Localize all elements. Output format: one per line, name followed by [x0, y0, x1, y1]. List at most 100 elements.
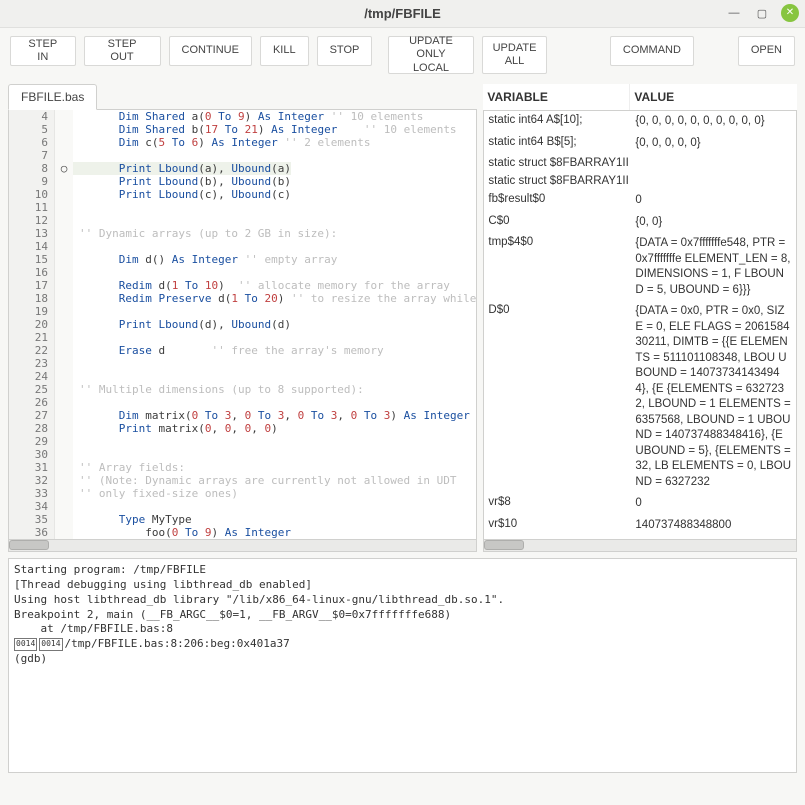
- code-line[interactable]: 32'' (Note: Dynamic arrays are currently…: [9, 474, 476, 487]
- code-line[interactable]: 5 Dim Shared b(17 To 21) As Integer '' 1…: [9, 123, 476, 136]
- breakpoint-gutter[interactable]: [55, 123, 73, 136]
- code-line[interactable]: 23: [9, 357, 476, 370]
- kill-button[interactable]: KILL: [260, 36, 309, 66]
- minimize-icon[interactable]: —: [725, 4, 743, 22]
- code-line[interactable]: 6 Dim c(5 To 6) As Integer '' 2 elements: [9, 136, 476, 149]
- breakpoint-gutter[interactable]: [55, 513, 73, 526]
- vars-h-scrollbar[interactable]: [483, 540, 797, 552]
- code-text[interactable]: '' Array fields:: [73, 461, 185, 474]
- code-text[interactable]: Dim Shared a(0 To 9) As Integer '' 10 el…: [73, 110, 423, 123]
- breakpoint-gutter[interactable]: [55, 487, 73, 500]
- breakpoint-gutter[interactable]: [55, 409, 73, 422]
- code-line[interactable]: 30: [9, 448, 476, 461]
- breakpoint-gutter[interactable]: [55, 370, 73, 383]
- code-line[interactable]: 9 Print Lbound(b), Ubound(b): [9, 175, 476, 188]
- command-button[interactable]: COMMAND: [610, 36, 694, 66]
- code-line[interactable]: 19: [9, 305, 476, 318]
- stop-button[interactable]: STOP: [317, 36, 373, 66]
- breakpoint-gutter[interactable]: [55, 292, 73, 305]
- breakpoint-gutter[interactable]: [55, 474, 73, 487]
- code-line[interactable]: 20 Print Lbound(d), Ubound(d): [9, 318, 476, 331]
- code-line[interactable]: 28 Print matrix(0, 0, 0, 0): [9, 422, 476, 435]
- variable-row[interactable]: tmp$4$0{DATA = 0x7fffffffe548, PTR = 0x7…: [484, 233, 796, 301]
- variable-row[interactable]: vr$80: [484, 493, 796, 515]
- variable-row[interactable]: vr$10140737488348800: [484, 515, 796, 537]
- breakpoint-gutter[interactable]: [55, 214, 73, 227]
- code-line[interactable]: 34: [9, 500, 476, 513]
- code-text[interactable]: [73, 370, 79, 383]
- code-line[interactable]: 22 Erase d '' free the array's memory: [9, 344, 476, 357]
- code-text[interactable]: [73, 214, 79, 227]
- code-text[interactable]: [73, 266, 79, 279]
- variable-row[interactable]: static struct $8FBARRAY1II: [484, 172, 796, 190]
- code-line[interactable]: 8○ Print Lbound(a), Ubound(a): [9, 162, 476, 175]
- code-line[interactable]: 36 foo(0 To 9) As Integer: [9, 526, 476, 539]
- code-text[interactable]: Dim Shared b(17 To 21) As Integer '' 10 …: [73, 123, 457, 136]
- code-text[interactable]: [73, 201, 79, 214]
- breakpoint-gutter[interactable]: [55, 305, 73, 318]
- variable-row[interactable]: static int64 A$[10];{0, 0, 0, 0, 0, 0, 0…: [484, 111, 796, 133]
- breakpoint-gutter[interactable]: [55, 357, 73, 370]
- breakpoint-gutter[interactable]: [55, 383, 73, 396]
- breakpoint-gutter[interactable]: [55, 331, 73, 344]
- code-line[interactable]: 17 Redim d(1 To 10) '' allocate memory f…: [9, 279, 476, 292]
- code-h-scrollbar[interactable]: [8, 540, 477, 552]
- code-line[interactable]: 35 Type MyType: [9, 513, 476, 526]
- code-text[interactable]: Redim d(1 To 10) '' allocate memory for …: [73, 279, 450, 292]
- breakpoint-gutter[interactable]: [55, 175, 73, 188]
- code-text[interactable]: [73, 448, 79, 461]
- code-line[interactable]: 4 Dim Shared a(0 To 9) As Integer '' 10 …: [9, 110, 476, 123]
- breakpoint-gutter[interactable]: [55, 526, 73, 539]
- breakpoint-gutter[interactable]: [55, 279, 73, 292]
- code-text[interactable]: [73, 396, 79, 409]
- code-line[interactable]: 12: [9, 214, 476, 227]
- update-only-local-button[interactable]: UPDATE ONLY LOCAL: [388, 36, 473, 74]
- code-line[interactable]: 27 Dim matrix(0 To 3, 0 To 3, 0 To 3, 0 …: [9, 409, 476, 422]
- breakpoint-gutter[interactable]: [55, 253, 73, 266]
- breakpoint-gutter[interactable]: [55, 149, 73, 162]
- breakpoint-gutter[interactable]: [55, 227, 73, 240]
- continue-button[interactable]: CONTINUE: [169, 36, 252, 66]
- code-text[interactable]: Print matrix(0, 0, 0, 0): [73, 422, 278, 435]
- code-line[interactable]: 7: [9, 149, 476, 162]
- variable-row[interactable]: C$0{0, 0}: [484, 212, 796, 234]
- code-text[interactable]: Redim Preserve d(1 To 20) '' to resize t…: [73, 292, 476, 305]
- tab-file[interactable]: FBFILE.bas: [8, 84, 97, 110]
- code-text[interactable]: Erase d '' free the array's memory: [73, 344, 384, 357]
- breakpoint-gutter[interactable]: [55, 188, 73, 201]
- code-line[interactable]: 18 Redim Preserve d(1 To 20) '' to resiz…: [9, 292, 476, 305]
- code-text[interactable]: Dim c(5 To 6) As Integer '' 2 elements: [73, 136, 370, 149]
- breakpoint-gutter[interactable]: [55, 201, 73, 214]
- breakpoint-gutter[interactable]: ○: [55, 162, 73, 175]
- code-line[interactable]: 24: [9, 370, 476, 383]
- maximize-icon[interactable]: ▢: [753, 4, 771, 22]
- code-text[interactable]: Type MyType: [73, 513, 192, 526]
- code-line[interactable]: 26: [9, 396, 476, 409]
- breakpoint-gutter[interactable]: [55, 266, 73, 279]
- code-line[interactable]: 31'' Array fields:: [9, 461, 476, 474]
- variable-row[interactable]: D$0{DATA = 0x0, PTR = 0x0, SIZE = 0, ELE…: [484, 301, 796, 493]
- code-line[interactable]: 29: [9, 435, 476, 448]
- variable-row[interactable]: static struct $8FBARRAY1II: [484, 154, 796, 172]
- breakpoint-gutter[interactable]: [55, 240, 73, 253]
- code-line[interactable]: 10 Print Lbound(c), Ubound(c): [9, 188, 476, 201]
- breakpoint-gutter[interactable]: [55, 500, 73, 513]
- code-text[interactable]: '' only fixed-size ones): [73, 487, 238, 500]
- code-line[interactable]: 25'' Multiple dimensions (up to 8 suppor…: [9, 383, 476, 396]
- code-text[interactable]: Print Lbound(a), Ubound(a): [73, 162, 291, 175]
- column-value[interactable]: VALUE: [630, 84, 797, 110]
- breakpoint-gutter[interactable]: [55, 110, 73, 123]
- code-text[interactable]: '' Multiple dimensions (up to 8 supporte…: [73, 383, 364, 396]
- code-line[interactable]: 21: [9, 331, 476, 344]
- code-text[interactable]: '' Dynamic arrays (up to 2 GB in size):: [73, 227, 337, 240]
- update-all-button[interactable]: UPDATE ALL: [482, 36, 548, 74]
- code-text[interactable]: [73, 240, 79, 253]
- breakpoint-gutter[interactable]: [55, 136, 73, 149]
- variables-body[interactable]: static int64 A$[10];{0, 0, 0, 0, 0, 0, 0…: [483, 111, 797, 540]
- code-line[interactable]: 14: [9, 240, 476, 253]
- code-line[interactable]: 15 Dim d() As Integer '' empty array: [9, 253, 476, 266]
- code-text[interactable]: Dim d() As Integer '' empty array: [73, 253, 337, 266]
- close-icon[interactable]: ✕: [781, 4, 799, 22]
- code-text[interactable]: [73, 357, 79, 370]
- code-line[interactable]: 16: [9, 266, 476, 279]
